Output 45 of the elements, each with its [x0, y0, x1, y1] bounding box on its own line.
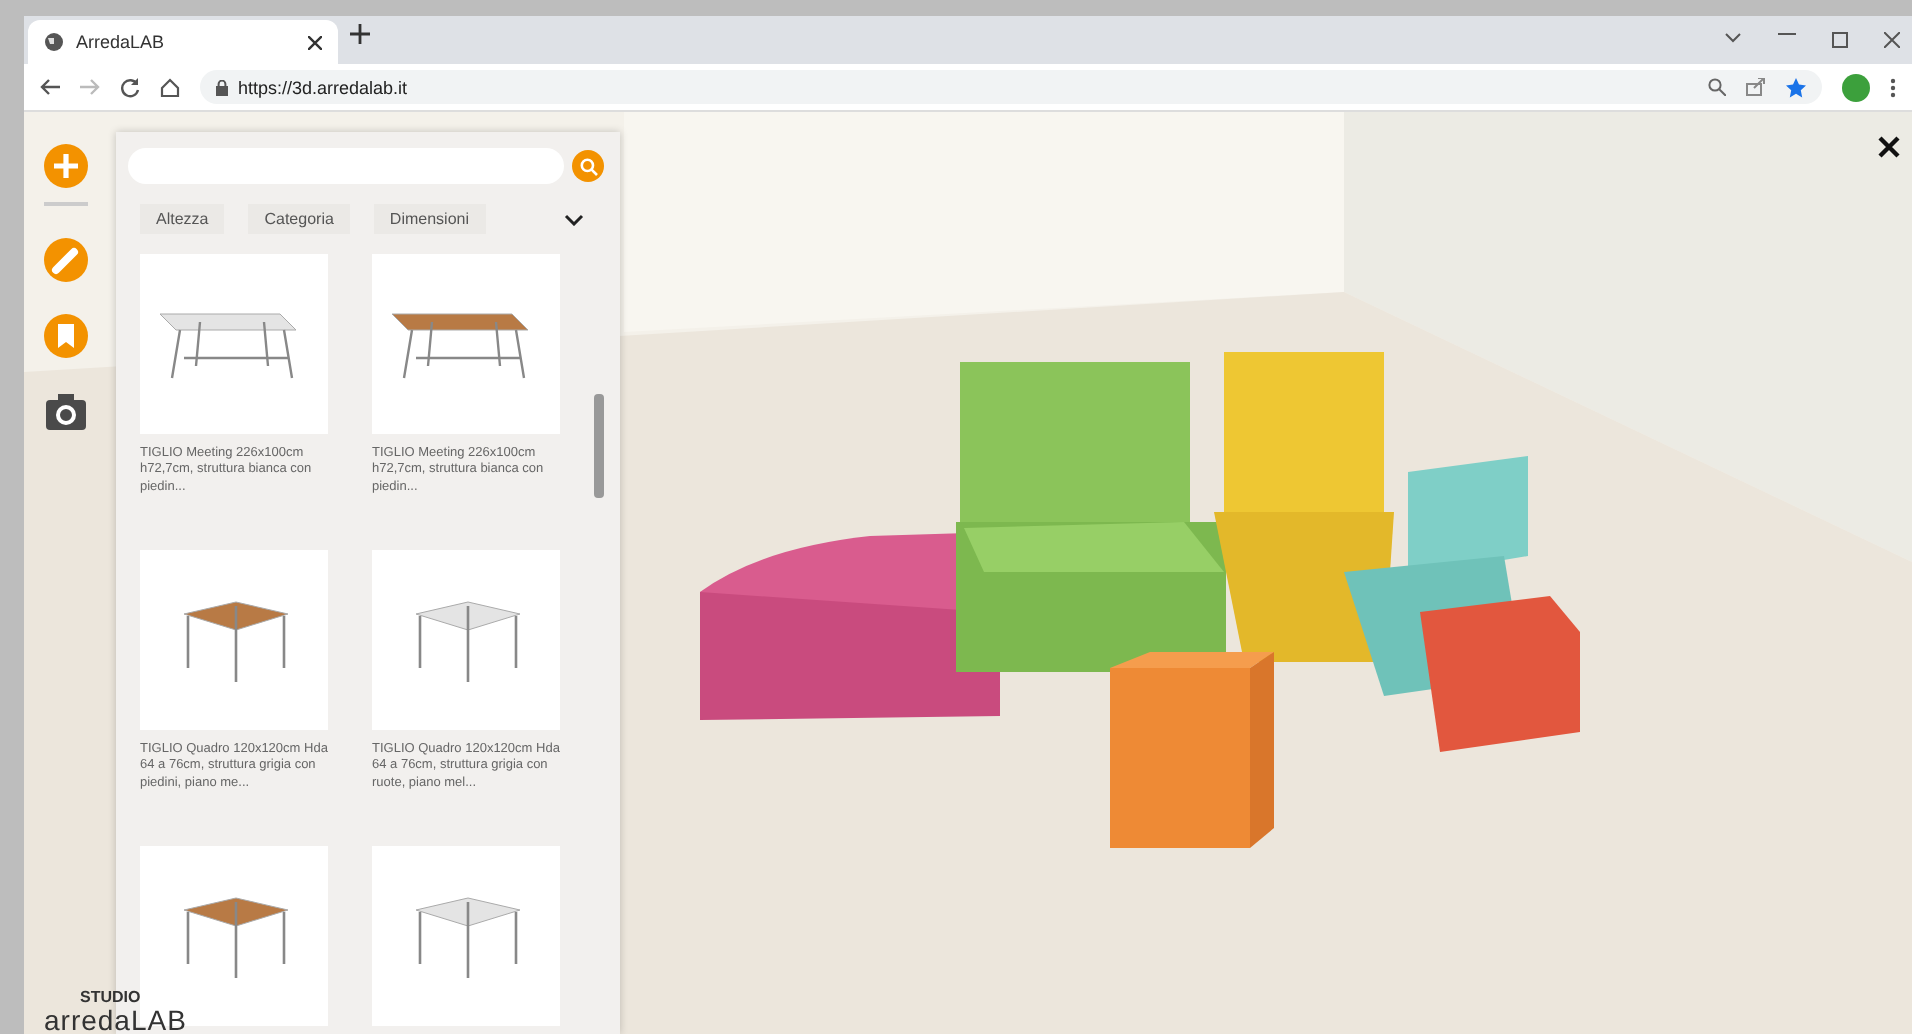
- scrollbar-thumb[interactable]: [594, 394, 604, 498]
- filter-tab[interactable]: Categoria: [248, 204, 350, 234]
- tab-title: ArredaLAB: [76, 32, 167, 52]
- globe-icon: [44, 32, 64, 52]
- share-icon[interactable]: [1746, 78, 1766, 96]
- search-icon: [579, 157, 597, 175]
- table-drawing: [415, 601, 521, 684]
- reload-icon[interactable]: [120, 77, 140, 97]
- pencil-icon: [44, 238, 88, 282]
- back-icon[interactable]: [40, 78, 60, 96]
- browser-tab[interactable]: ArredaLAB: [28, 20, 338, 64]
- star-icon[interactable]: [1786, 77, 1806, 97]
- menu-icon[interactable]: [1890, 77, 1896, 97]
- add-icon: [44, 144, 88, 188]
- close-icon[interactable]: [308, 35, 322, 49]
- new-tab-icon[interactable]: [350, 24, 370, 44]
- home-icon[interactable]: [160, 77, 180, 97]
- table-drawing: [391, 313, 529, 380]
- zoom-icon[interactable]: [1708, 78, 1726, 96]
- table-drawing: [183, 601, 289, 684]
- edit-tool[interactable]: [44, 238, 88, 282]
- table-drawing: [159, 313, 297, 380]
- filter-tab[interactable]: Altezza: [140, 204, 225, 234]
- camera-icon: [44, 390, 88, 434]
- address-bar[interactable]: https://3d.arredalab.it: [200, 70, 1822, 104]
- maximize-icon[interactable]: [1832, 32, 1848, 48]
- lock-icon: [216, 79, 228, 95]
- product-image[interactable]: [372, 254, 560, 434]
- bookmark-tool[interactable]: [44, 314, 88, 358]
- minimize-icon[interactable]: [1778, 32, 1796, 36]
- table-drawing: [183, 897, 289, 980]
- modular-sofa-drawing[interactable]: [700, 352, 1580, 848]
- search-button[interactable]: [572, 150, 604, 182]
- logo-text: STUDIO: [80, 990, 143, 1006]
- bookmark-icon: [44, 314, 88, 358]
- logo-text: arredaLAB: [44, 1006, 187, 1034]
- filter-tab[interactable]: Dimensioni: [373, 204, 485, 234]
- camera-tool[interactable]: [44, 390, 88, 434]
- add-tool[interactable]: [44, 144, 88, 206]
- close-icon[interactable]: [1878, 136, 1900, 158]
- table-drawing: [415, 897, 521, 980]
- forward-icon[interactable]: [80, 78, 100, 96]
- product-image[interactable]: [140, 550, 328, 730]
- profile-avatar[interactable]: [1842, 73, 1870, 101]
- chevron-down-icon[interactable]: [564, 213, 584, 225]
